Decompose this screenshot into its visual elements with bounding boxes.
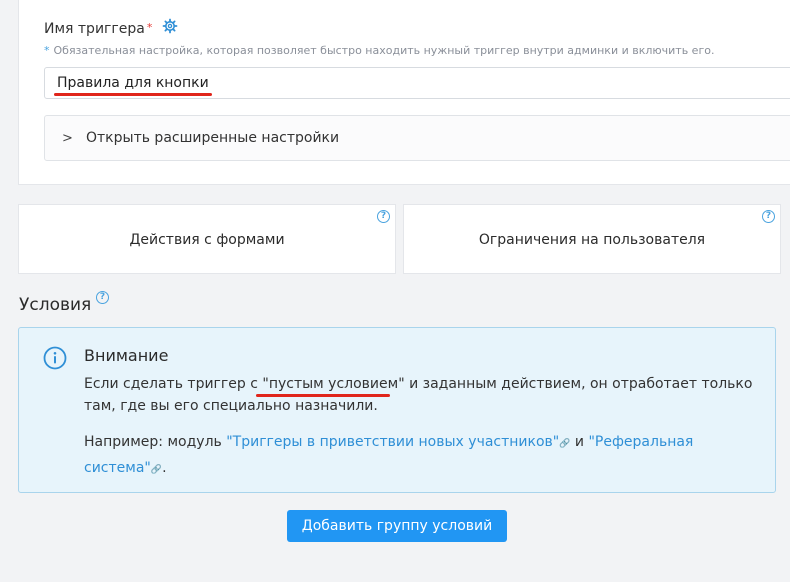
tile-user-restrictions-label: Ограничения на пользователя (478, 232, 706, 248)
chevron-right-icon: > (62, 131, 73, 146)
trigger-settings-card: Имя триггера * * Обязательная настройка, к… (18, 0, 790, 185)
trigger-name-hint: * Обязательная настройка, которая позволя… (44, 44, 715, 57)
tile-form-actions-label: Действия с формами (129, 232, 285, 248)
annotation-underline (256, 394, 390, 397)
help-icon[interactable]: ? (377, 210, 390, 223)
help-icon[interactable]: ? (762, 210, 775, 223)
required-mark: * (146, 21, 153, 34)
advanced-settings-toggle[interactable]: > Открыть расширенные настройки (44, 115, 790, 161)
alert-text: Если сделать триггер с "пустым условием"… (84, 376, 753, 414)
trigger-name-label: Имя триггера * (44, 21, 153, 37)
advanced-settings-label: Открыть расширенные настройки (86, 130, 340, 146)
add-condition-group-button[interactable]: Добавить группу условий (287, 510, 507, 542)
gear-icon[interactable] (162, 18, 178, 34)
tile-form-actions[interactable]: ? Действия с формами (18, 204, 396, 274)
conditions-help-icon[interactable]: ? (96, 291, 109, 304)
empty-condition-term: "пустым условием" (262, 376, 405, 392)
alert-title: Внимание (84, 346, 169, 365)
external-link-icon: 🔗 (150, 465, 163, 475)
attention-alert: Внимание Если сделать триггер с "пустым … (18, 327, 776, 493)
external-link-icon: 🔗 (559, 439, 571, 449)
link-welcome-triggers[interactable]: "Триггеры в приветствии новых участников… (226, 434, 559, 450)
trigger-name-input[interactable]: Правила для кнопки (44, 67, 790, 99)
hint-bullet: * (44, 44, 50, 57)
annotation-underline (54, 93, 212, 96)
alert-example: Например: модуль "Триггеры в приветствии… (84, 434, 694, 476)
trigger-name-value: Правила для кнопки (57, 75, 209, 91)
tile-user-restrictions[interactable]: ? Ограничения на пользователя (403, 204, 781, 274)
info-icon (43, 346, 67, 370)
conditions-title: Условия (19, 295, 92, 315)
